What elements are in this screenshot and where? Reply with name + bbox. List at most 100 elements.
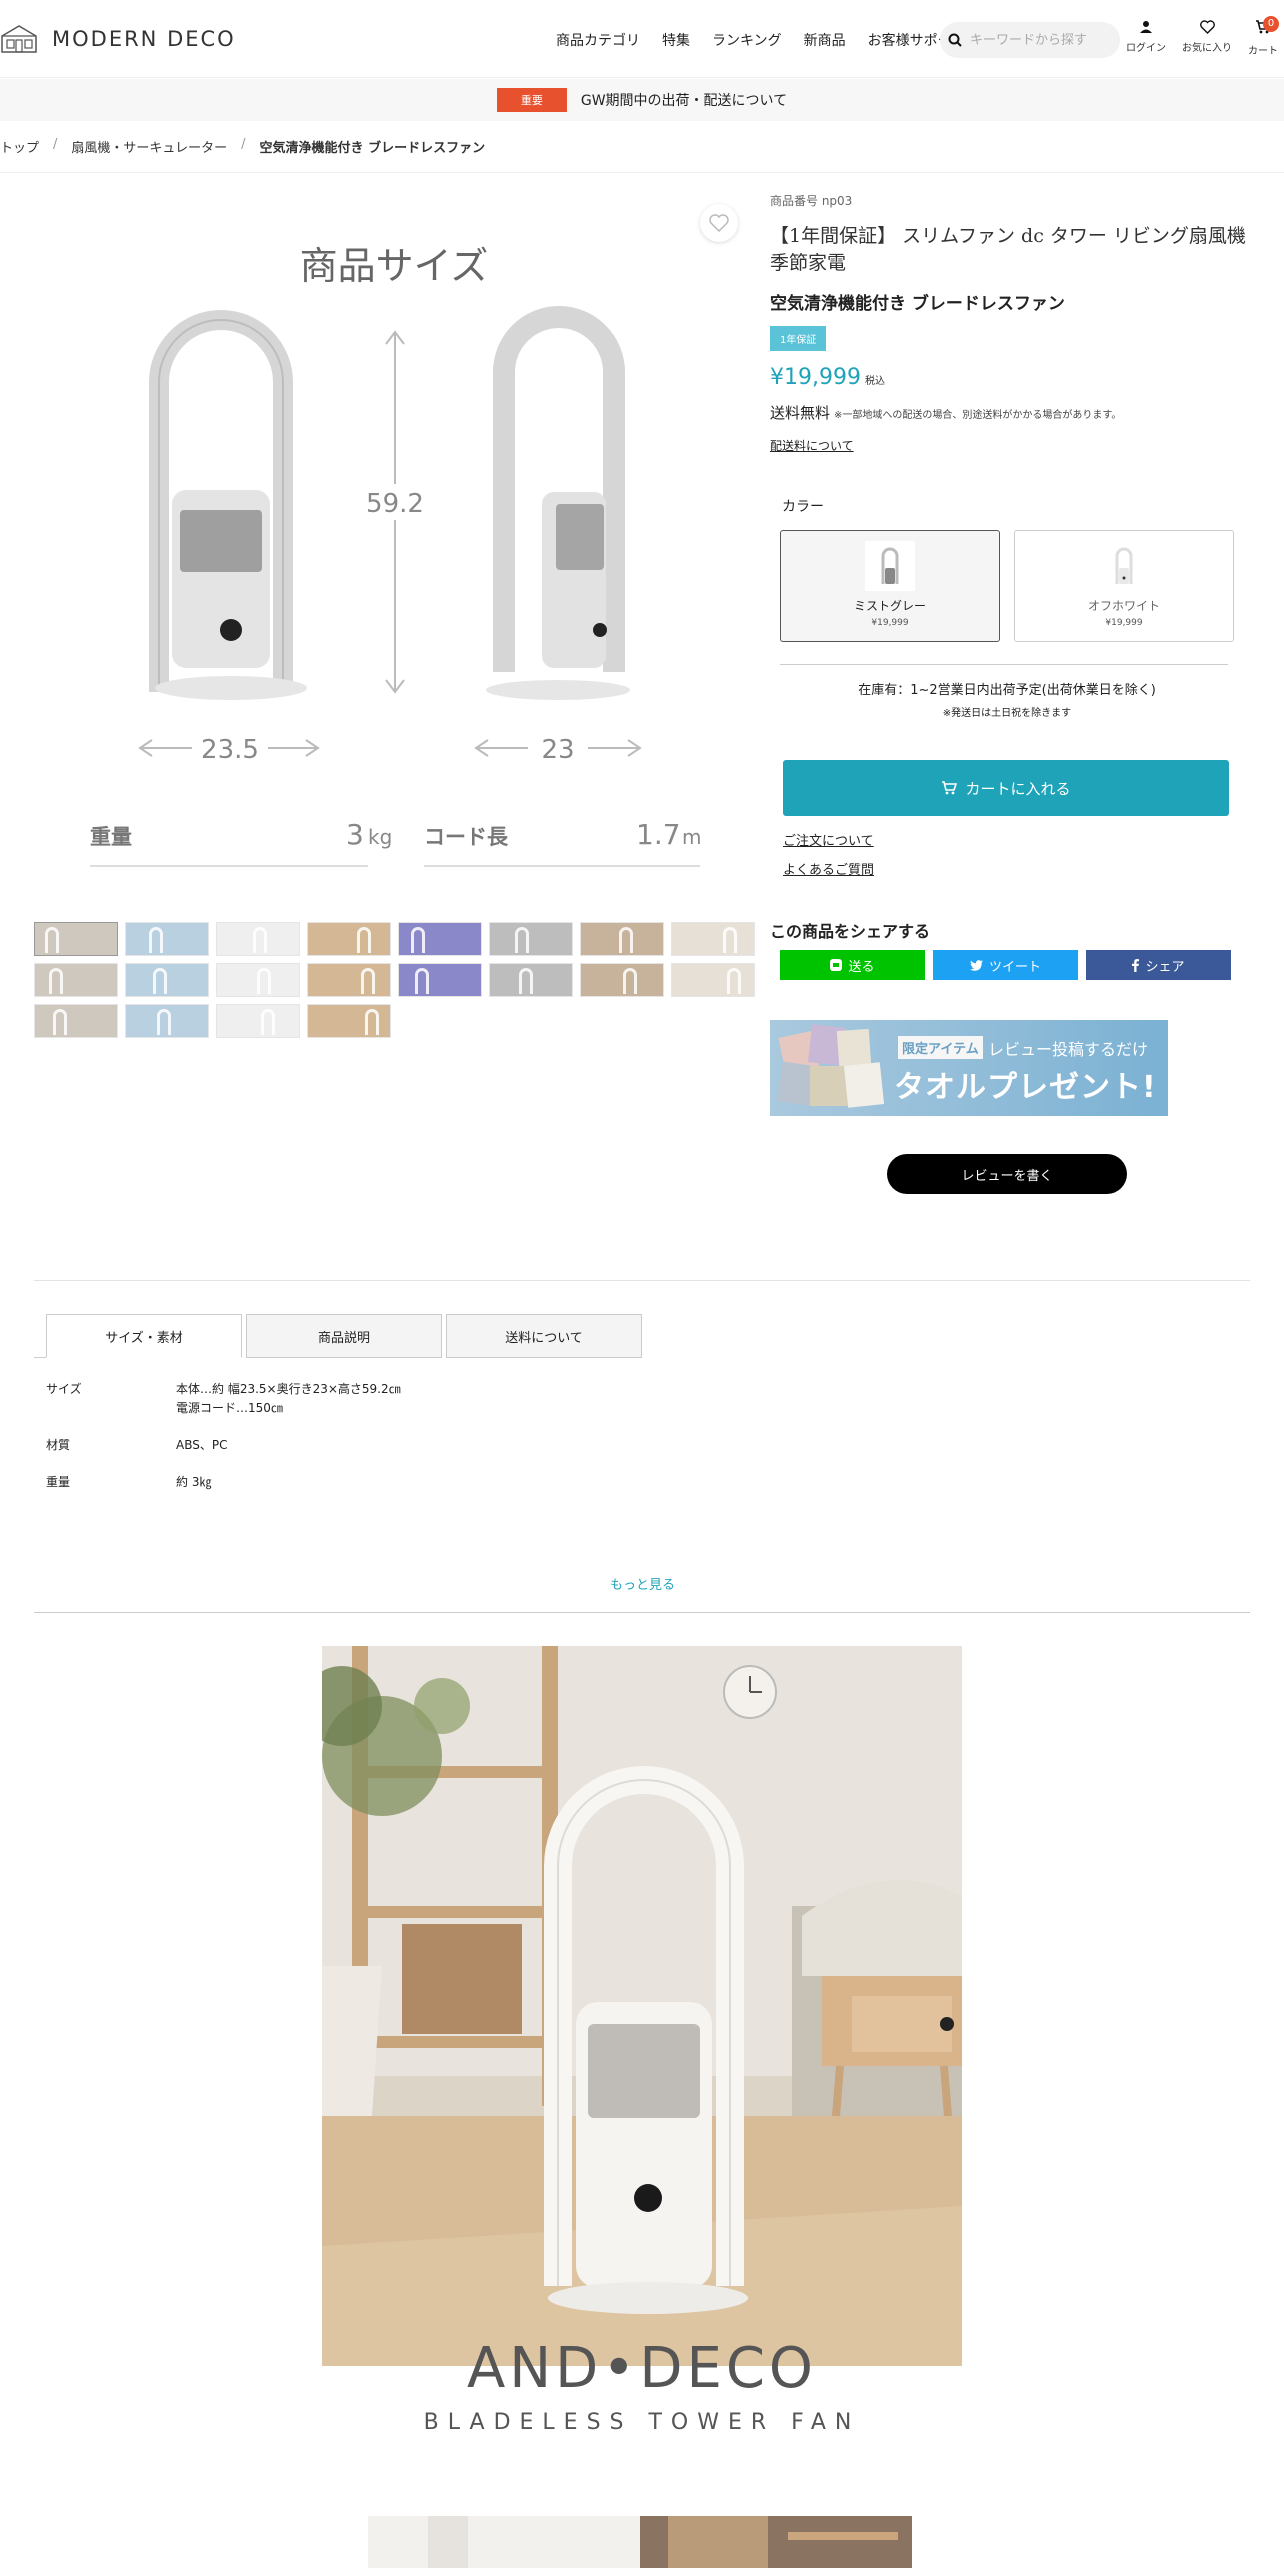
price-value: ¥19,999 bbox=[770, 365, 861, 390]
thumbnail-image[interactable] bbox=[307, 963, 391, 997]
thumbnail-fan-shape bbox=[149, 927, 163, 953]
towels-illustration bbox=[777, 1024, 885, 1108]
thumbnail-image[interactable] bbox=[34, 963, 118, 997]
thumbnail-image[interactable] bbox=[125, 963, 209, 997]
thumbnail-image[interactable] bbox=[307, 922, 391, 956]
thumbnail-image[interactable] bbox=[671, 963, 755, 997]
write-review-button[interactable]: レビューを書く bbox=[887, 1154, 1127, 1194]
color-option-name: オフホワイト bbox=[1087, 599, 1160, 613]
tab-size-material[interactable]: サイズ・素材 bbox=[46, 1314, 242, 1358]
thumbnail-image[interactable] bbox=[34, 922, 118, 956]
color-options: ミストグレー ¥19,999 オフホワイト ¥19,999 bbox=[780, 530, 1234, 642]
thumbnail-fan-shape bbox=[153, 968, 167, 994]
share-twitter-label: ツイート bbox=[988, 959, 1041, 975]
spec-key: 重量 bbox=[46, 1475, 71, 1489]
main-product-image[interactable]: 商品サイズ 59.2 23.5 23 重量 3 kg コード長 1.7 m bbox=[34, 192, 754, 892]
review-campaign-banner[interactable]: 限定アイテム レビュー投稿するだけ タオルプレゼント! bbox=[770, 1020, 1168, 1116]
cart-count-badge: 0 bbox=[1263, 16, 1279, 32]
tab-shipping[interactable]: 送料について bbox=[446, 1314, 642, 1358]
thumbnail-fan-shape bbox=[253, 927, 267, 953]
swatch-image bbox=[865, 541, 915, 591]
order-info-link[interactable]: ご注文について bbox=[783, 830, 874, 849]
search-input[interactable] bbox=[970, 32, 1110, 48]
color-option-mist-gray[interactable]: ミストグレー ¥19,999 bbox=[780, 530, 1000, 642]
thumbnail-image[interactable] bbox=[125, 922, 209, 956]
stock-note: ※発送日は土日祝を除きます bbox=[942, 708, 1072, 719]
thumbnail-image[interactable] bbox=[580, 963, 664, 997]
thumbnail-image[interactable] bbox=[489, 963, 573, 997]
color-option-price: ¥19,999 bbox=[871, 618, 909, 628]
thumbnail-fan-shape bbox=[49, 968, 63, 994]
tab-description[interactable]: 商品説明 bbox=[246, 1314, 442, 1358]
search-box bbox=[940, 22, 1120, 58]
thumbnail-fan-shape bbox=[415, 968, 429, 994]
breadcrumb-separator: / bbox=[53, 137, 58, 152]
notice-badge: 重要 bbox=[496, 88, 567, 112]
share-line-label: 送る bbox=[848, 959, 875, 975]
show-more-link[interactable]: もっと見る bbox=[610, 1574, 675, 1593]
cart-header-button[interactable]: 0 カート bbox=[1248, 16, 1279, 57]
product-size-diagram: 商品サイズ 59.2 23.5 23 重量 3 kg コード長 1.7 m bbox=[90, 244, 701, 867]
swatch-image bbox=[1099, 541, 1149, 591]
thumbnail-fan-shape bbox=[619, 927, 633, 953]
shipping-link[interactable]: 配送料について bbox=[770, 437, 854, 454]
weight-label: 重量 bbox=[90, 825, 132, 849]
thumbnail-image[interactable] bbox=[398, 922, 482, 956]
add-to-cart-button[interactable]: カートに入れる bbox=[783, 760, 1229, 816]
login-label: ログイン bbox=[1126, 43, 1166, 54]
breadcrumb-current: 空気清浄機能付き ブレードレスファン bbox=[259, 141, 486, 156]
thumbnail-fan-shape bbox=[623, 968, 637, 994]
share-twitter-button[interactable]: ツイート bbox=[933, 950, 1078, 980]
nav-item-new[interactable]: 新商品 bbox=[804, 30, 846, 50]
color-selector: カラー ミストグレー ¥19,999 オフホワイト ¥19,999 在庫有：1~… bbox=[780, 496, 1234, 719]
thumbnail-image[interactable] bbox=[489, 922, 573, 956]
thumbnail-gallery bbox=[34, 922, 756, 1038]
thumbnail-fan-shape bbox=[357, 927, 371, 953]
share-facebook-button[interactable]: シェア bbox=[1086, 950, 1231, 980]
thumbnail-image[interactable] bbox=[216, 963, 300, 997]
size-heading: 商品サイズ bbox=[300, 244, 489, 288]
thumbnail-fan-shape bbox=[157, 1009, 171, 1035]
color-option-off-white[interactable]: オフホワイト ¥19,999 bbox=[1014, 530, 1234, 642]
spec-table: サイズ 本体…約 幅23.5×奥行き23×高さ59.2㎝ 電源コード…150㎝ … bbox=[46, 1380, 401, 1510]
product-sku: 商品番号 np03 bbox=[770, 194, 853, 208]
spec-value: 約 3㎏ bbox=[176, 1475, 212, 1489]
spec-value-line: 本体…約 幅23.5×奥行き23×高さ59.2㎝ bbox=[176, 1382, 401, 1396]
add-favorite-button[interactable] bbox=[700, 204, 738, 242]
thumbnail-image[interactable] bbox=[125, 1004, 209, 1038]
help-links: ご注文について よくあるご質問 bbox=[783, 830, 874, 878]
site-logo[interactable]: MODERN DECO bbox=[0, 24, 236, 54]
faq-link[interactable]: よくあるご質問 bbox=[783, 859, 874, 878]
thumbnail-image[interactable] bbox=[216, 922, 300, 956]
section-divider bbox=[34, 1280, 1250, 1281]
brand-title: AND•DECO bbox=[466, 2336, 818, 2401]
share-line-button[interactable]: 送る bbox=[780, 950, 925, 980]
share-facebook-label: シェア bbox=[1145, 959, 1185, 975]
thumbnail-image[interactable] bbox=[307, 1004, 391, 1038]
color-divider bbox=[780, 664, 1228, 665]
breadcrumb-divider bbox=[0, 172, 1284, 173]
line-icon bbox=[830, 959, 843, 971]
shipping-note: ※一部地域への配送の場合、別途送料がかかる場合があります。 bbox=[834, 410, 1122, 421]
thumbnail-image[interactable] bbox=[216, 1004, 300, 1038]
color-label: カラー bbox=[782, 499, 824, 515]
thumbnail-image[interactable] bbox=[34, 1004, 118, 1038]
nav-item-feature[interactable]: 特集 bbox=[662, 30, 690, 50]
breadcrumb-top[interactable]: トップ bbox=[0, 137, 39, 156]
thumbnail-image[interactable] bbox=[671, 922, 755, 956]
cord-value: 1.7 bbox=[636, 818, 681, 851]
spec-value: 本体…約 幅23.5×奥行き23×高さ59.2㎝ 電源コード…150㎝ bbox=[176, 1380, 401, 1418]
thumbnail-fan-shape bbox=[365, 1009, 379, 1035]
site-header: MODERN DECO 商品カテゴリ 特集 ランキング 新商品 お客様サポート … bbox=[0, 0, 1284, 78]
notice-bar[interactable]: 重要 GW期間中の出荷・配送について bbox=[0, 79, 1284, 121]
spec-row: 材質 ABS、PC bbox=[46, 1436, 401, 1455]
thumbnail-image[interactable] bbox=[398, 963, 482, 997]
nav-item-category[interactable]: 商品カテゴリ bbox=[556, 30, 640, 50]
login-button[interactable]: ログイン bbox=[1126, 20, 1166, 54]
breadcrumb-category[interactable]: 扇風機・サーキュレーター bbox=[71, 137, 227, 156]
thumbnail-image[interactable] bbox=[580, 922, 664, 956]
stock-status: 在庫有：1~2営業日内出荷予定(出荷休業日を除く) bbox=[858, 683, 1156, 698]
favorites-button[interactable]: お気に入り bbox=[1182, 20, 1232, 54]
nav-item-ranking[interactable]: ランキング bbox=[712, 30, 782, 50]
search-icon[interactable] bbox=[948, 33, 962, 47]
